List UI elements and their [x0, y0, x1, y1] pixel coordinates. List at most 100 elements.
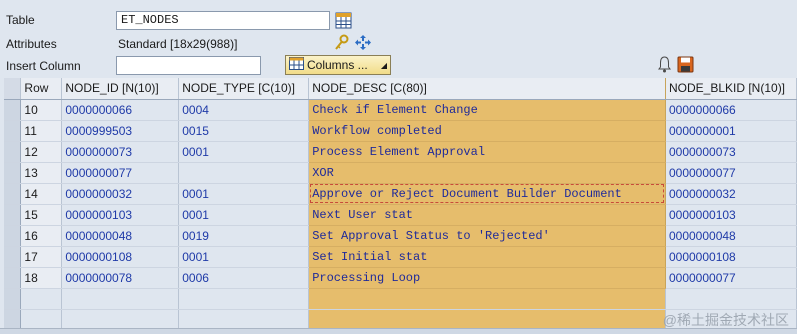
node-type-cell[interactable]: 0001 [178, 246, 310, 268]
attributes-label: Attributes [6, 37, 57, 51]
columns-button[interactable]: Columns ... ◢ [285, 55, 391, 75]
table-row[interactable]: 13 0000000077 XOR 0000000077 [4, 162, 797, 184]
row-selector[interactable] [4, 162, 22, 184]
empty-cell [308, 309, 666, 328]
watermark-text: @稀土掘金技术社区 [662, 312, 789, 328]
key-icon[interactable] [334, 34, 350, 54]
node-type-cell[interactable]: 0001 [178, 141, 310, 163]
empty-row [4, 288, 797, 310]
table-row[interactable]: 15 0000000103 0001 Next User stat 0000000103 [4, 204, 797, 226]
node-type-cell[interactable]: 0015 [178, 120, 310, 142]
row-number-cell[interactable]: 17 [20, 246, 63, 268]
row-number-cell[interactable]: 11 [20, 120, 63, 142]
node-id-cell[interactable]: 0000999503 [61, 120, 180, 142]
empty-cell [178, 288, 310, 310]
row-number-cell[interactable]: 14 [20, 183, 63, 205]
node-id-cell[interactable]: 0000000048 [61, 225, 180, 247]
row-selector[interactable] [4, 204, 22, 226]
node-blkid-cell[interactable]: 0000000032 [665, 183, 797, 205]
node-id-cell[interactable]: 0000000108 [61, 246, 180, 268]
table-name-input[interactable]: ET_NODES [116, 11, 330, 30]
column-header-node-desc[interactable]: NODE_DESC [C(80)] [308, 78, 666, 100]
table-row[interactable]: 14 0000000032 0001 Approve or Reject Docume… [4, 183, 797, 205]
node-type-cell[interactable]: 0001 [178, 183, 310, 205]
empty-cell [665, 288, 797, 310]
node-id-cell[interactable]: 0000000103 [61, 204, 180, 226]
chevron-down-icon: ◢ [380, 60, 387, 70]
empty-cell [61, 309, 180, 328]
node-blkid-cell[interactable]: 0000000048 [665, 225, 797, 247]
node-id-cell[interactable]: 0000000077 [61, 162, 180, 184]
empty-cell [178, 309, 310, 328]
row-number-cell[interactable]: 15 [20, 204, 63, 226]
row-number-cell[interactable]: 18 [20, 267, 63, 289]
node-desc-cell[interactable]: Workflow completed [308, 120, 666, 142]
row-number-cell[interactable]: 13 [20, 162, 63, 184]
insert-column-input[interactable] [116, 56, 261, 75]
node-blkid-cell[interactable]: 0000000077 [665, 267, 797, 289]
node-blkid-cell[interactable]: 0000000073 [665, 141, 797, 163]
table-row[interactable]: 18 0000000078 0006 Processing Loop 000000007… [4, 267, 797, 289]
row-selector[interactable] [4, 267, 22, 289]
row-selector[interactable] [4, 183, 22, 205]
table-row[interactable]: 12 0000000073 0001 Process Element Approval… [4, 141, 797, 163]
node-desc-cell[interactable]: Processing Loop [308, 267, 666, 289]
node-desc-cell[interactable]: XOR [308, 162, 666, 184]
attributes-value: Standard [18x29(988)] [118, 37, 238, 51]
row-number-cell[interactable]: 12 [20, 141, 63, 163]
node-type-cell[interactable]: 0001 [178, 204, 310, 226]
table-row[interactable]: 11 0000999503 0015 Workflow completed 000000… [4, 120, 797, 142]
move-arrows-icon[interactable] [354, 34, 372, 54]
node-desc-cell[interactable]: Check if Element Change [308, 99, 666, 121]
table-label: Table [6, 13, 35, 27]
table-header-row: Row NODE_ID [N(10)] NODE_TYPE [C(10)] NO… [4, 78, 797, 100]
save-disk-icon[interactable] [677, 56, 694, 76]
node-id-cell[interactable]: 0000000073 [61, 141, 180, 163]
select-all-cell[interactable] [4, 78, 22, 100]
data-grid: Row NODE_ID [N(10)] NODE_TYPE [C(10)] NO… [4, 78, 797, 328]
bell-icon[interactable] [658, 56, 671, 76]
node-desc-cell[interactable]: Process Element Approval [308, 141, 666, 163]
table-grid-icon[interactable] [335, 12, 352, 32]
columns-button-label: Columns ... [307, 58, 368, 72]
column-header-node-id[interactable]: NODE_ID [N(10)] [61, 78, 180, 100]
row-selector[interactable] [4, 225, 22, 247]
node-id-cell[interactable]: 0000000078 [61, 267, 180, 289]
node-blkid-cell[interactable]: 0000000066 [665, 99, 797, 121]
empty-cell [308, 288, 666, 310]
node-blkid-cell[interactable]: 0000000108 [665, 246, 797, 268]
table-row[interactable]: 17 0000000108 0001 Set Initial stat 00000001… [4, 246, 797, 268]
row-selector[interactable] [4, 120, 22, 142]
node-id-cell[interactable]: 0000000066 [61, 99, 180, 121]
nodes-table: Row NODE_ID [N(10)] NODE_TYPE [C(10)] NO… [4, 78, 797, 328]
row-selector[interactable] [4, 141, 22, 163]
node-desc-cell[interactable]: Next User stat [308, 204, 666, 226]
row-selector[interactable] [4, 246, 22, 268]
node-id-cell[interactable]: 0000000032 [61, 183, 180, 205]
empty-cell [61, 288, 180, 310]
column-header-row[interactable]: Row [20, 78, 63, 100]
column-header-node-blkid[interactable]: NODE_BLKID [N(10)] [665, 78, 797, 100]
node-type-cell[interactable]: 0006 [178, 267, 310, 289]
node-type-cell[interactable]: 0019 [178, 225, 310, 247]
node-desc-cell[interactable]: Set Approval Status to 'Rejected' [308, 225, 666, 247]
node-blkid-cell[interactable]: 0000000103 [665, 204, 797, 226]
row-selector [4, 309, 22, 328]
node-type-cell[interactable] [178, 162, 310, 184]
node-desc-cell[interactable]: Set Initial stat [308, 246, 666, 268]
insert-column-label: Insert Column [6, 59, 81, 73]
empty-cell [20, 309, 63, 328]
row-number-cell[interactable]: 10 [20, 99, 63, 121]
row-number-cell[interactable]: 16 [20, 225, 63, 247]
empty-cell [20, 288, 63, 310]
row-selector [4, 288, 22, 310]
node-blkid-cell[interactable]: 0000000001 [665, 120, 797, 142]
node-blkid-cell[interactable]: 0000000077 [665, 162, 797, 184]
row-selector[interactable] [4, 99, 22, 121]
columns-table-icon [289, 57, 304, 73]
table-row[interactable]: 16 0000000048 0019 Set Approval Status to '… [4, 225, 797, 247]
column-header-node-type[interactable]: NODE_TYPE [C(10)] [178, 78, 310, 100]
node-desc-cell[interactable]: Approve or Reject Document Builder Docum… [308, 183, 666, 205]
node-type-cell[interactable]: 0004 [178, 99, 310, 121]
table-row[interactable]: 10 0000000066 0004 Check if Element Change 0… [4, 99, 797, 121]
